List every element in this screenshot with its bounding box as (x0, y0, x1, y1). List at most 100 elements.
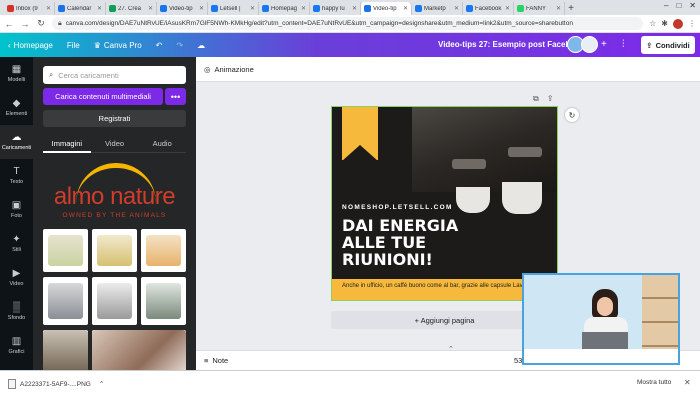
search-input[interactable]: ⌕ Cerca caricamenti (43, 66, 186, 84)
refresh-icon[interactable]: ↻ (565, 108, 579, 122)
notes-icon: ≡ (204, 356, 209, 365)
profile-avatar[interactable] (673, 18, 683, 29)
canva-header: ‹ Homepage File ♛ Canva Pro ↶ ↷ ☁ Video-ti… (0, 33, 700, 57)
notes-button[interactable]: Note (212, 356, 228, 365)
sidebar-item-label: Modelli (7, 77, 26, 83)
close-tab-icon[interactable]: ✕ (250, 5, 255, 12)
browser-tab[interactable]: Video-tip ✕ (157, 2, 208, 15)
upload-thumbnail[interactable] (43, 277, 88, 325)
browser-tab[interactable]: Video-tip ✕ (361, 2, 412, 15)
download-item[interactable]: A2223371-5AF9-....PNG ⌃ (8, 379, 104, 389)
sidebar-item-sfondo[interactable]: ▒ Sfondo (0, 295, 33, 329)
more-options-button[interactable]: ••• (165, 88, 186, 105)
upload-media-button[interactable]: Carica contenuti multimediali (43, 88, 163, 105)
add-page-icon[interactable]: ⇪ (547, 94, 554, 104)
design-site-text[interactable]: NOMESHOP.LETSELL.COM (342, 204, 453, 211)
close-tab-icon[interactable]: ✕ (97, 5, 102, 12)
close-tab-icon[interactable]: ✕ (46, 5, 51, 12)
canva-pro-label: Canva Pro (103, 40, 142, 50)
share-button[interactable]: ⇪ Condividi (641, 36, 695, 54)
tab-images[interactable]: Immagini (43, 137, 91, 153)
close-tab-icon[interactable]: ✕ (301, 5, 306, 12)
show-all-button[interactable]: Mostra tutto (637, 379, 671, 386)
close-tab-icon[interactable]: ✕ (454, 5, 459, 12)
sidebar-item-foto[interactable]: ▣ Foto (0, 193, 33, 227)
collaborator-avatar[interactable] (581, 36, 598, 53)
record-button[interactable]: Registrati (43, 110, 186, 127)
url-field[interactable]: 🔒︎ canva.com/design/DAE7uNtRvUE/iAsusKRm… (52, 17, 644, 30)
chevron-up-icon[interactable]: ⌃ (448, 345, 454, 353)
sidebar-item-stili[interactable]: ✦ Stili (0, 227, 33, 261)
upload-thumbnail[interactable] (141, 277, 186, 325)
back-icon[interactable]: ← (4, 19, 14, 29)
crown-icon: ♛ (93, 40, 101, 50)
browser-tab-title: Video-tip (169, 5, 193, 12)
browser-tab[interactable]: Facebook ✕ (463, 2, 514, 15)
canva-pro-button[interactable]: ♛ Canva Pro (94, 41, 142, 50)
close-tab-icon[interactable]: ✕ (352, 5, 357, 12)
sidebar-item-video[interactable]: ▶ Video (0, 261, 33, 295)
download-shelf: A2223371-5AF9-....PNG ⌃ Mostra tutto ✕ (0, 370, 700, 397)
tab-favicon-icon (415, 5, 422, 12)
close-window-icon[interactable]: ✕ (689, 1, 696, 10)
add-collaborator-icon[interactable]: + (601, 39, 607, 50)
sidebar-icon: ▥ (11, 336, 22, 347)
design-headline[interactable]: DAI ENERGIA ALLE TUE RIUNIONI! (342, 217, 492, 268)
design-page[interactable]: NOMESHOP.LETSELL.COM DAI ENERGIA ALLE TU… (331, 106, 558, 301)
extensions-icon[interactable]: ✱ (661, 19, 668, 28)
sidebar-item-elementi[interactable]: ◆ Elementi (0, 91, 33, 125)
maximize-icon[interactable]: □ (676, 1, 681, 10)
browser-tab-title: Letsell | (220, 5, 241, 12)
close-tab-icon[interactable]: ✕ (403, 5, 408, 12)
close-icon[interactable]: ✕ (684, 378, 691, 387)
animation-button[interactable]: Animazione (215, 65, 254, 74)
browser-tab[interactable]: Calendar ✕ (55, 2, 106, 15)
browser-tab[interactable]: 27. Crea ✕ (106, 2, 157, 15)
duplicate-page-icon[interactable]: ⧉ (533, 94, 539, 104)
tab-audio[interactable]: Audio (138, 137, 187, 153)
close-tab-icon[interactable]: ✕ (556, 5, 561, 12)
browser-tab[interactable]: Inbox (9 ✕ (4, 2, 55, 15)
tab-video[interactable]: Video (90, 137, 139, 153)
new-tab-button[interactable]: + (565, 2, 577, 15)
sidebar-item-testo[interactable]: T Testo (0, 159, 33, 193)
document-title[interactable]: Video-tips 27: Esempio post Facebook (438, 40, 585, 49)
brand-logo-upload[interactable]: almo nature OWNED BY THE ANIMALS (43, 161, 186, 221)
sidebar-item-grafici[interactable]: ▥ Grafici (0, 329, 33, 363)
redo-icon[interactable]: ↷ (176, 41, 183, 50)
upload-thumbnail[interactable] (43, 229, 88, 272)
insights-icon[interactable]: ⫶ (622, 39, 625, 50)
upload-thumbnail[interactable] (43, 330, 88, 370)
reload-icon[interactable]: ↻ (36, 18, 46, 29)
chevron-up-icon[interactable]: ⌃ (99, 380, 104, 388)
minimize-icon[interactable]: – (664, 1, 668, 10)
undo-icon[interactable]: ↶ (156, 41, 163, 50)
browser-tab[interactable]: Homepag ✕ (259, 2, 310, 15)
sidebar-icon: T (13, 166, 20, 177)
browser-tab[interactable]: Marketp ✕ (412, 2, 463, 15)
tab-favicon-icon (466, 5, 473, 12)
close-tab-icon[interactable]: ✕ (148, 5, 153, 12)
forward-icon[interactable]: → (20, 19, 30, 29)
browser-tab[interactable]: happy lu ✕ (310, 2, 361, 15)
upload-thumbnail[interactable] (92, 330, 186, 370)
cloud-saved-icon: ☁ (197, 40, 206, 50)
sidebar-item-modelli[interactable]: ▦ Modelli (0, 57, 33, 91)
browser-menu-icon[interactable]: ⋮ (688, 19, 696, 28)
upload-thumbnail[interactable] (92, 277, 137, 325)
browser-tab[interactable]: Letsell | ✕ (208, 2, 259, 15)
upload-thumbnail[interactable] (141, 229, 186, 272)
home-button[interactable]: ‹ Homepage (8, 41, 53, 50)
bookmark-star-icon[interactable]: ☆ (649, 19, 656, 28)
sidebar-item-caricamenti[interactable]: ☁ Caricamenti (0, 125, 33, 159)
address-bar: ← → ↻ 🔒︎ canva.com/design/DAE7uNtRvUE/iA… (0, 15, 700, 33)
file-menu[interactable]: File (67, 41, 80, 50)
close-tab-icon[interactable]: ✕ (505, 5, 510, 12)
coffee-cup (456, 187, 490, 213)
upload-thumbnail[interactable] (92, 229, 137, 272)
browser-tab[interactable]: FANNY ✕ (514, 2, 565, 15)
sidebar-item-label: Grafici (8, 349, 25, 355)
url-text: canva.com/design/DAE7uNtRvUE/iAsusKRm7Gl… (65, 20, 573, 27)
search-icon: ⌕ (49, 70, 54, 79)
close-tab-icon[interactable]: ✕ (199, 5, 204, 12)
